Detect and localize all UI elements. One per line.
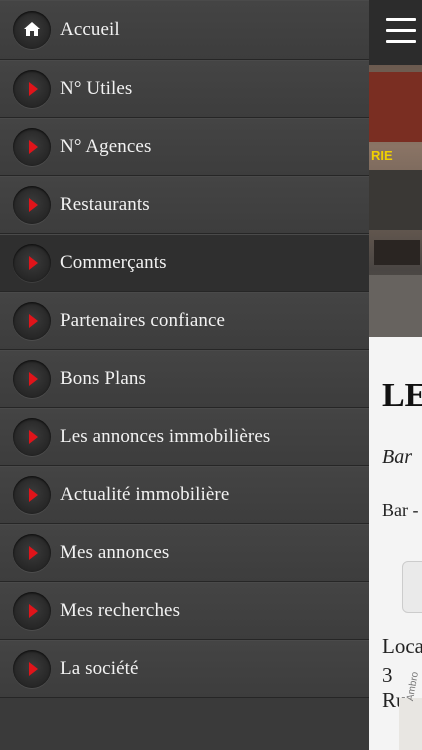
awning-text: RIE [371,148,393,163]
shop-window [369,170,422,230]
menu-label: N° Utiles [60,78,133,99]
menu-label: Mes recherches [60,600,181,621]
icon-circle [13,70,51,108]
menu-label: Mes annonces [60,542,170,563]
main-content-peek[interactable]: RIE LE Bar Bar - Loca 3 Ru Ambro [369,0,422,750]
menu-item-restaurants[interactable]: Restaurants [0,176,369,234]
menu-label: Accueil [60,19,120,40]
menu-label: La société [60,658,139,679]
icon-circle [13,476,51,514]
menu-item-numeros-utiles[interactable]: N° Utiles [0,60,369,118]
menu-item-accueil[interactable]: Accueil [0,0,369,60]
icon-circle [13,11,51,49]
top-bar [369,0,422,65]
menu-label: Restaurants [60,194,150,215]
menu-item-numeros-agences[interactable]: N° Agences [0,118,369,176]
map-preview[interactable] [399,698,422,750]
ground [369,275,422,337]
menu-item-partenaires-confiance[interactable]: Partenaires confiance [0,292,369,350]
icon-circle [13,360,51,398]
arrow-right-icon [29,140,38,154]
menu-item-actualite-immobiliere[interactable]: Actualité immobilière [0,466,369,524]
hamburger-icon[interactable] [386,18,416,44]
menu-label: Actualité immobilière [60,484,230,505]
home-icon [24,22,40,36]
icon-circle [13,650,51,688]
subtitle: Bar [382,446,412,468]
arrow-right-icon [29,662,38,676]
icon-circle [13,418,51,456]
icon-circle [13,186,51,224]
menu-item-mes-annonces[interactable]: Mes annonces [0,524,369,582]
category-text: Bar - [382,500,419,520]
icon-circle [13,128,51,166]
navigation-drawer: Accueil N° Utiles N° Agences Restaurants… [0,0,369,750]
arrow-right-icon [29,198,38,212]
arrow-right-icon [29,256,38,270]
arrow-right-icon [29,430,38,444]
arrow-right-icon [29,546,38,560]
menu-item-annonces-immobilieres[interactable]: Les annonces immobilières [0,408,369,466]
arrow-right-icon [29,372,38,386]
location-line-1: Loca [382,634,422,658]
arrow-right-icon [29,314,38,328]
arrow-right-icon [29,604,38,618]
action-button[interactable] [402,561,422,613]
page-title: LE [382,377,422,414]
menu-label: Bons Plans [60,368,146,389]
menu-item-commercants[interactable]: Commerçants [0,234,369,292]
awning [369,72,422,142]
arrow-right-icon [29,488,38,502]
terrace-table [374,240,420,265]
menu-item-mes-recherches[interactable]: Mes recherches [0,582,369,640]
icon-circle [13,244,51,282]
menu-label: Commerçants [60,252,167,273]
arrow-right-icon [29,82,38,96]
menu-label: Les annonces immobilières [60,426,271,447]
icon-circle [13,302,51,340]
icon-circle [13,534,51,572]
menu-item-bons-plans[interactable]: Bons Plans [0,350,369,408]
menu-label: N° Agences [60,136,152,157]
menu-item-la-societe[interactable]: La société [0,640,369,698]
icon-circle [13,592,51,630]
menu-label: Partenaires confiance [60,310,226,331]
